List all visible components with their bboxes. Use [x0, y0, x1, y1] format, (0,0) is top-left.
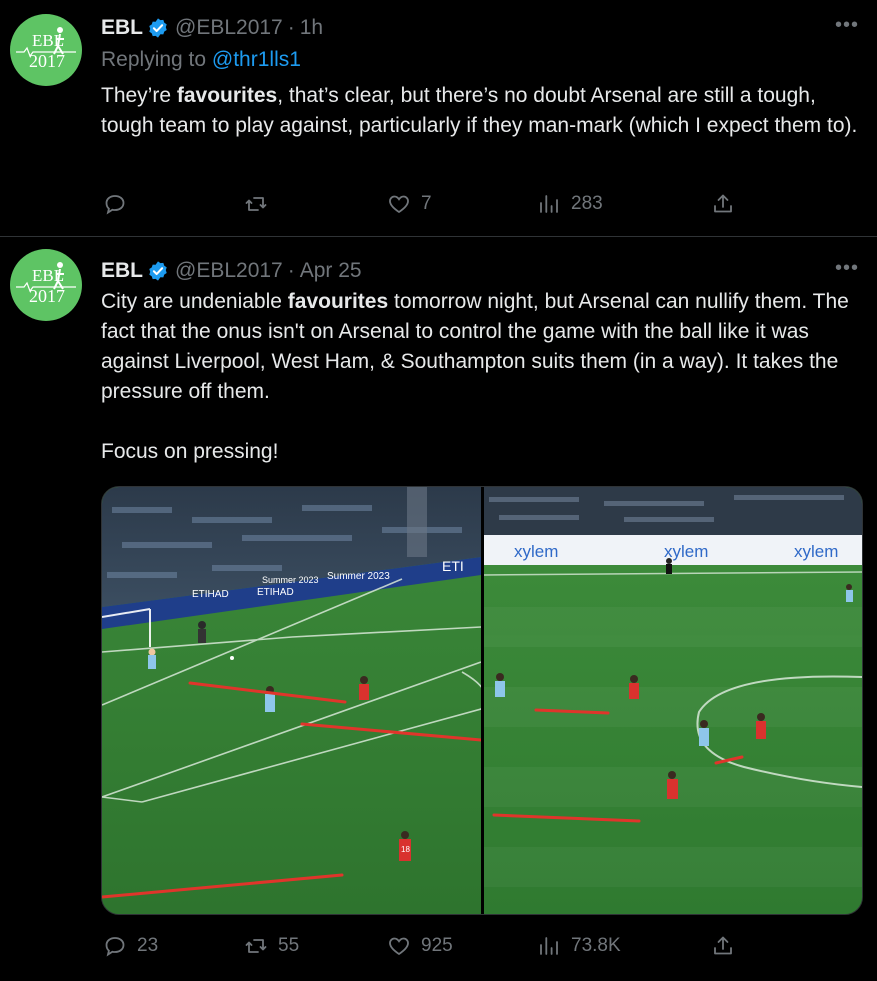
ad-board-text: xylem	[664, 542, 708, 561]
avatar[interactable]: EBL 2017	[10, 14, 82, 86]
media-photo-right[interactable]: xylem xylem xylem	[484, 487, 862, 914]
view-count: 283	[571, 193, 603, 214]
like-count: 925	[421, 935, 453, 956]
reply-count: 23	[137, 935, 159, 956]
view-count: 73.8K	[571, 935, 621, 956]
tweet-text: City are undeniable favourites tomorrow …	[101, 287, 861, 467]
views-button[interactable]: 73.8K	[537, 931, 621, 961]
avatar[interactable]: EBL 2017	[10, 249, 82, 321]
display-name[interactable]: EBL	[101, 259, 143, 283]
analytics-icon	[540, 195, 558, 213]
handle[interactable]: @EBL2017	[175, 259, 283, 283]
avatar-logo-year: 2017	[29, 286, 65, 306]
action-bar: 7 283	[101, 189, 741, 219]
avatar-logo-year: 2017	[29, 51, 65, 71]
share-icon	[714, 936, 732, 955]
ad-board-text: Summer 2023	[327, 571, 390, 582]
share-icon	[714, 194, 732, 213]
tweet-header: EBL @EBL2017 · Apr 25	[101, 257, 362, 285]
like-button[interactable]: 7	[387, 189, 432, 219]
more-options-icon[interactable]: •••	[835, 14, 859, 37]
tweet-1[interactable]: EBL 2017 EBL @EBL2017 · 1h ••• Replying …	[0, 0, 877, 236]
handle[interactable]: @EBL2017	[175, 16, 283, 40]
tweet-2[interactable]: EBL 2017 EBL @EBL2017 · Apr 25 ••• City …	[0, 237, 877, 981]
media-photo-left[interactable]: ETIHAD Summer 2023 ETIHAD Summer 2023 ET…	[102, 487, 481, 914]
tweet-text-bold: favourites	[287, 290, 389, 313]
display-name[interactable]: EBL	[101, 16, 143, 40]
timestamp[interactable]: Apr 25	[300, 259, 362, 283]
replying-to: Replying to @thr1lls1	[101, 48, 301, 72]
reply-icon	[105, 195, 125, 215]
ad-board-text: xylem	[794, 542, 838, 561]
replying-label: Replying to	[101, 48, 207, 71]
player-number: 18	[401, 845, 410, 854]
verified-badge-icon	[149, 18, 167, 38]
tweet-header: EBL @EBL2017 · 1h	[101, 14, 323, 42]
ad-board-text: ETI	[442, 558, 464, 574]
heart-icon	[389, 195, 409, 214]
replying-mention-link[interactable]: @thr1lls1	[212, 48, 301, 71]
ad-board-text: ETIHAD	[257, 587, 294, 598]
tweet-text-part: City are undeniable	[101, 290, 288, 313]
heart-icon	[389, 937, 409, 956]
retweet-icon	[245, 939, 267, 953]
tweet-text-part: They’re	[101, 84, 177, 107]
tweet-media[interactable]: ETIHAD Summer 2023 ETIHAD Summer 2023 ET…	[101, 486, 863, 915]
retweet-button[interactable]	[244, 189, 278, 219]
tweet-text: They’re favourites, that’s clear, but th…	[101, 81, 861, 141]
retweet-button[interactable]: 55	[244, 931, 299, 961]
ad-board-text: xylem	[514, 542, 558, 561]
reply-icon	[105, 937, 125, 957]
retweet-count: 55	[278, 935, 300, 956]
share-button[interactable]	[711, 931, 745, 961]
more-options-icon[interactable]: •••	[835, 257, 859, 280]
views-button[interactable]: 283	[537, 189, 603, 219]
separator-dot: ·	[287, 16, 295, 39]
tweet-text-part: tomorrow night, but Arsenal can nullify …	[101, 290, 849, 463]
ad-board-text: ETIHAD	[192, 589, 229, 600]
retweet-icon	[245, 197, 267, 211]
share-button[interactable]	[711, 189, 745, 219]
separator-dot: ·	[287, 259, 295, 282]
action-bar: 23 55 925 73.8K	[101, 931, 741, 961]
reply-button[interactable]: 23	[103, 931, 158, 961]
like-button[interactable]: 925	[387, 931, 453, 961]
timestamp[interactable]: 1h	[300, 16, 323, 40]
like-count: 7	[421, 193, 432, 214]
reply-button[interactable]	[103, 189, 137, 219]
verified-badge-icon	[149, 261, 167, 281]
ad-board-text: Summer 2023	[262, 575, 319, 585]
tweet-text-bold: favourites	[176, 84, 278, 107]
analytics-icon	[540, 937, 558, 955]
